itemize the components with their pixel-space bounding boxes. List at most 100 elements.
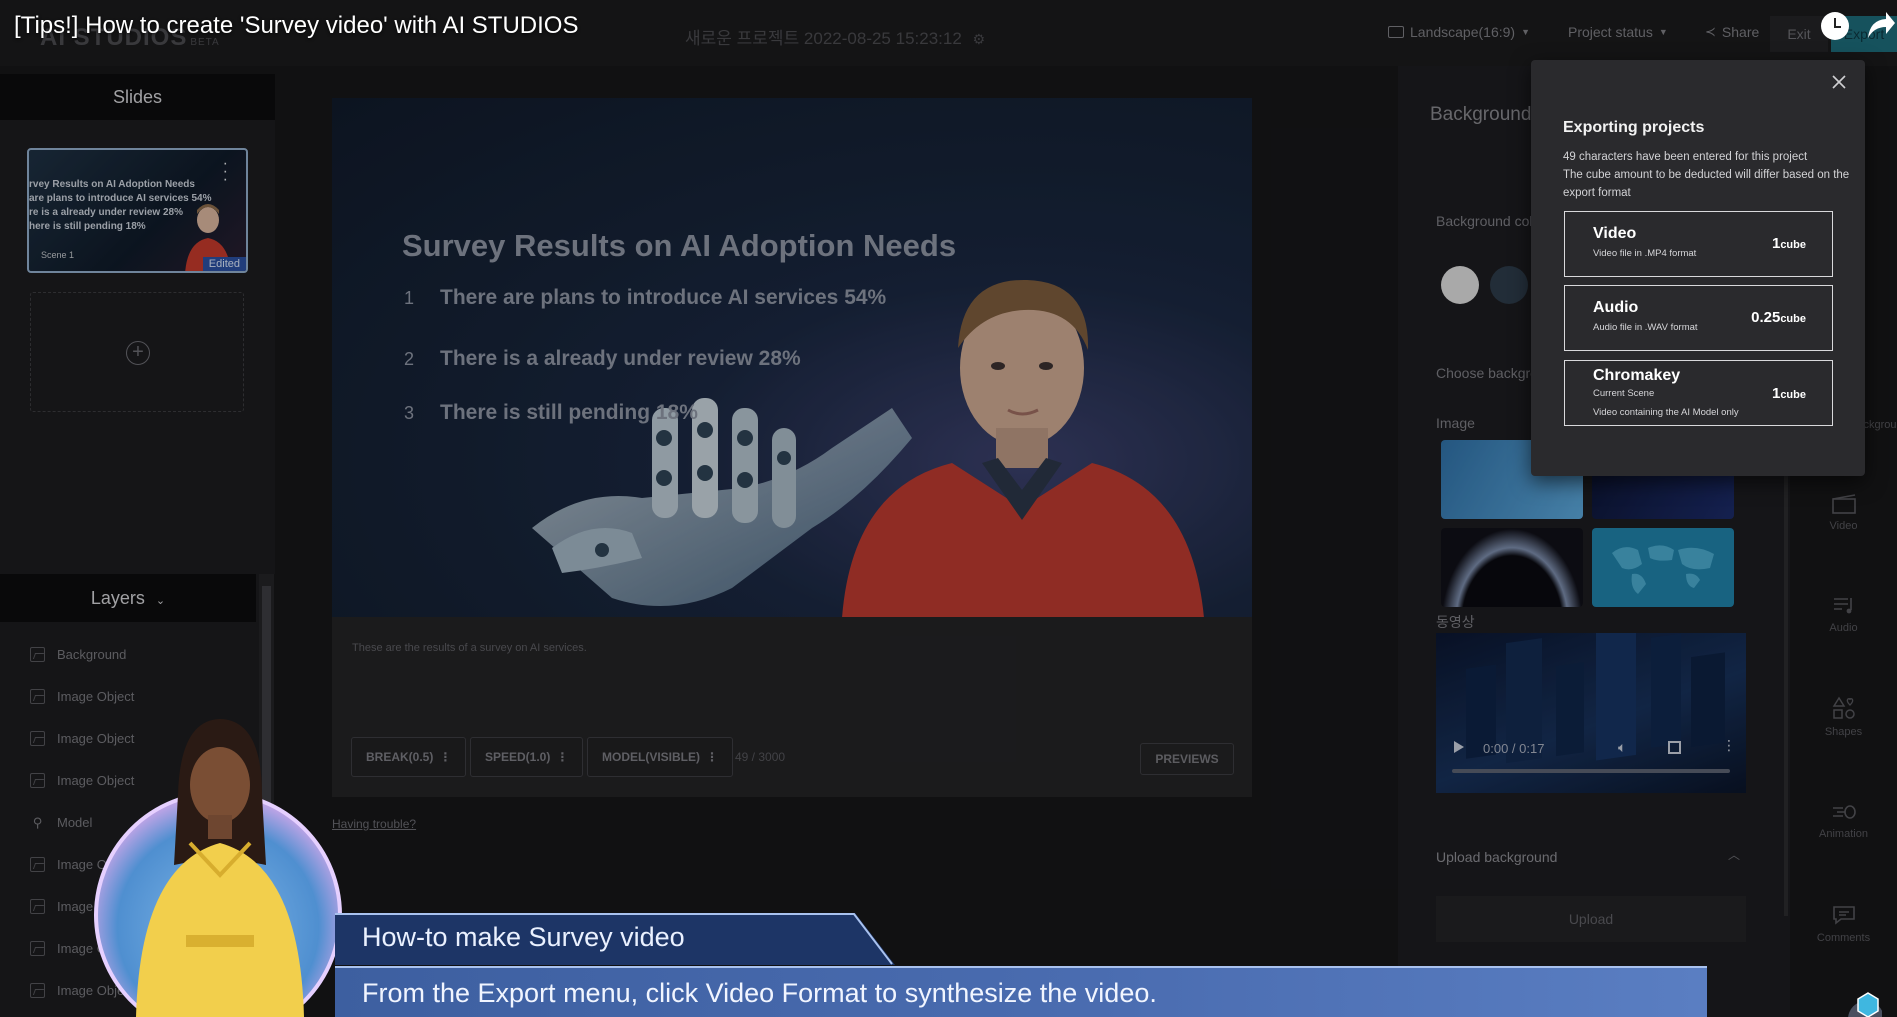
play-icon[interactable] — [1454, 741, 1464, 753]
banner-caption: From the Export menu, click Video Format… — [362, 978, 1157, 1008]
format-desc-detail: Video containing the AI Model only — [1593, 407, 1739, 418]
background-image-tile[interactable] — [1592, 528, 1734, 607]
gear-icon[interactable]: ⚙ — [973, 31, 986, 47]
clapperboard-icon — [1831, 494, 1856, 514]
share-arrow-icon[interactable] — [1866, 8, 1896, 42]
volume-icon[interactable]: 🔈︎ — [1618, 739, 1626, 756]
chevron-up-icon[interactable]: ︿ — [1728, 846, 1740, 863]
cost-unit: cube — [1780, 313, 1806, 325]
ai-model-avatar[interactable] — [832, 258, 1212, 617]
rail-label: Animation — [1819, 828, 1868, 840]
color-swatch[interactable] — [1490, 266, 1528, 304]
project-name[interactable]: 새로운 프로젝트 2022-08-25 15:23:12 ⚙ — [685, 24, 985, 49]
more-options-icon[interactable]: · · · — [223, 156, 228, 188]
export-popup-title: Exporting projects — [1563, 119, 1705, 136]
video-time: 0:00 / 0:17 — [1483, 741, 1545, 756]
rail-shapes[interactable]: Shapes — [1790, 696, 1897, 738]
fullscreen-icon[interactable] — [1668, 741, 1681, 754]
chevron-down-icon: ⌄ — [155, 595, 166, 607]
share-icon: ≺ — [1705, 24, 1716, 39]
color-swatch[interactable] — [1441, 266, 1479, 304]
background-video-player[interactable]: 0:00 / 0:17 🔈︎ ⋮ — [1436, 633, 1746, 793]
background-title: Background — [1430, 104, 1532, 125]
slide-thumbnail[interactable]: rvey Results on AI Adoption Needs are pl… — [27, 148, 248, 273]
model-label: MODEL(VISIBLE) — [602, 750, 700, 764]
format-desc: Current Scene — [1593, 388, 1655, 399]
layers-title: Layers — [90, 588, 145, 608]
music-list-icon — [1833, 598, 1852, 614]
break-button[interactable]: BREAK(0.5) ⋮ — [351, 737, 467, 777]
slide-list-item[interactable]: 3 There is still pending 18% — [404, 401, 698, 425]
chevron-down-icon: ▼ — [1658, 27, 1668, 37]
rail-label: Shapes — [1824, 726, 1863, 738]
video-progress-bar[interactable] — [1452, 769, 1730, 773]
scene-label: Scene 1 — [41, 250, 75, 260]
rail-video[interactable]: Video — [1790, 492, 1897, 532]
model-visible-button[interactable]: MODEL(VISIBLE) ⋮ — [587, 737, 733, 777]
format-cost: 0.25cube — [1751, 309, 1806, 326]
upload-button[interactable]: Upload — [1436, 896, 1746, 942]
format-desc: Audio file in .WAV format — [1593, 322, 1698, 333]
image-icon — [30, 646, 45, 662]
kebab-icon: ⋮ — [556, 750, 569, 764]
kebab-icon: ⋮ — [706, 750, 718, 764]
close-icon[interactable] — [1831, 74, 1847, 90]
video-title[interactable]: [Tips!] How to create 'Survey video' wit… — [14, 12, 578, 40]
share-button[interactable]: ≺ Share — [1705, 24, 1759, 40]
slide-canvas[interactable]: Survey Results on AI Adoption Needs 1 The… — [332, 98, 1252, 617]
video-more-icon[interactable]: ⋮ — [1722, 737, 1736, 754]
preview-button[interactable]: PREVIEWS — [1140, 743, 1234, 775]
monitor-icon — [1388, 26, 1404, 38]
background-image-tile[interactable] — [1441, 528, 1583, 607]
project-status-dropdown[interactable]: Project status ▼ — [1568, 24, 1668, 40]
image-icon — [30, 898, 45, 914]
layer-label: Background — [57, 646, 127, 662]
item-number: 1 — [404, 288, 415, 308]
break-label: BREAK(0.5) — [366, 750, 434, 764]
slide-list-item[interactable]: 1 There are plans to introduce AI service… — [404, 286, 886, 310]
slide-list-item[interactable]: 2 There is a already under review 28% — [404, 347, 801, 371]
layer-item[interactable]: ⚲ Model — [30, 810, 93, 834]
export-format-chromakey[interactable]: Chromakey Current Scene Video containing… — [1564, 360, 1833, 426]
rail-label: Comments — [1816, 932, 1871, 944]
add-slide-button[interactable]: + — [30, 292, 244, 412]
layer-item[interactable]: Background — [30, 642, 126, 666]
watch-later-icon[interactable] — [1821, 12, 1849, 40]
description-line: The cube amount to be deducted will diff… — [1563, 169, 1850, 199]
comment-icon — [1832, 906, 1855, 925]
export-format-audio[interactable]: Audio Audio file in .WAV format 0.25cube — [1564, 285, 1833, 351]
presenter-avatar — [94, 719, 342, 1017]
rail-comments[interactable]: Comments — [1790, 904, 1897, 944]
video-label: 동영상 — [1436, 614, 1475, 630]
upload-background-label: Upload background — [1436, 849, 1558, 865]
layer-label: Image Object — [57, 688, 135, 704]
slides-header: Slides — [0, 74, 275, 120]
export-format-video[interactable]: Video Video file in .MP4 format 1cube — [1564, 211, 1833, 277]
background-color-label: Background color — [1436, 213, 1545, 229]
layers-header[interactable]: Layers ⌄ — [0, 574, 256, 622]
cost-value: 0.25 — [1751, 309, 1781, 326]
project-name-text: 새로운 프로젝트 2022-08-25 15:23:12 — [685, 29, 962, 48]
orientation-label: Landscape(16:9) — [1410, 24, 1516, 40]
item-text: There is still pending 18% — [440, 401, 698, 424]
banner-heading: How-to make Survey video — [362, 922, 685, 952]
speed-button[interactable]: SPEED(1.0) ⋮ — [470, 737, 584, 777]
rail-animation[interactable]: Animation — [1790, 802, 1897, 840]
script-textarea[interactable]: These are the results of a survey on AI … — [352, 642, 587, 654]
image-icon — [30, 730, 45, 746]
exit-button[interactable]: Exit — [1770, 16, 1828, 52]
cost-unit: cube — [1780, 239, 1806, 251]
rail-audio[interactable]: Audio — [1790, 594, 1897, 634]
image-icon — [30, 772, 45, 788]
project-status-label: Project status — [1568, 24, 1653, 40]
animation-icon — [1832, 805, 1856, 819]
script-panel: These are the results of a survey on AI … — [332, 617, 1252, 797]
format-desc: Video file in .MP4 format — [1593, 248, 1697, 259]
layer-item[interactable]: Image Object — [30, 684, 134, 708]
description-line: 49 characters have been entered for this… — [1563, 151, 1808, 163]
channel-logo-icon[interactable] — [1832, 985, 1882, 1017]
cost-unit: cube — [1780, 389, 1806, 401]
format-cost: 1cube — [1772, 385, 1806, 402]
orientation-dropdown[interactable]: Landscape(16:9) ▼ — [1388, 24, 1530, 40]
world-map-image — [1612, 545, 1714, 594]
